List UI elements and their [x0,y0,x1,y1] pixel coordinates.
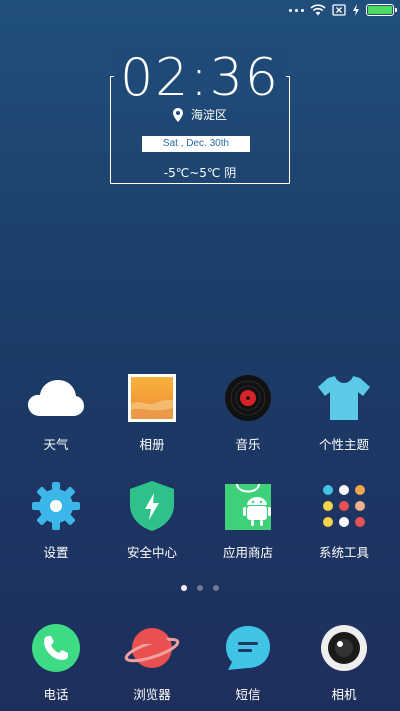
app-security[interactable]: 安全中心 [107,478,197,586]
charging-bolt-icon [353,4,359,16]
clock-widget[interactable]: 02:36 海淀区 Sat , Dec. 30th -5℃~5℃ 阴 [0,40,400,200]
app-label: 音乐 [235,437,261,452]
weather-label: -5℃~5℃ 阴 [163,166,237,180]
cloud-icon [28,370,84,426]
clock-time-wrapper: 02:36 [0,48,400,108]
app-label: 个性主题 [318,437,369,452]
app-camera[interactable]: 相机 [299,620,389,703]
battery-icon [366,4,397,16]
app-label: 系统工具 [318,545,369,560]
shield-bolt-icon [124,478,180,534]
status-bar [0,0,400,24]
location-pin-icon [172,107,183,122]
app-row: 天气 相册 音乐 个性主题 [0,370,400,478]
shopping-bag-android-icon [220,478,276,534]
status-icons [289,4,397,16]
app-label: 相机 [331,687,357,702]
gear-icon [28,478,84,534]
app-themes[interactable]: 个性主题 [299,370,389,478]
app-label: 电话 [43,687,69,702]
dock: 电话 浏览器 短信 相机 [0,620,400,703]
app-music[interactable]: 音乐 [203,370,293,478]
app-label: 应用商店 [222,545,273,560]
more-dots-icon [289,8,304,12]
tshirt-icon [316,370,372,426]
location-row: 海淀区 [0,106,400,123]
sim-none-icon [332,4,346,16]
app-label: 浏览器 [133,687,171,702]
app-row: 设置 安全中心 应用商店 系统工具 [0,478,400,586]
app-label: 天气 [43,437,69,452]
battery-level [368,6,392,14]
date-label: Sat , Dec. 30th [142,136,250,152]
camera-lens-icon [316,620,372,676]
app-weather[interactable]: 天气 [11,370,101,478]
app-settings[interactable]: 设置 [11,478,101,586]
app-label: 安全中心 [126,545,177,560]
folder-grid-icon [316,478,372,534]
app-system-tools[interactable]: 系统工具 [299,478,389,586]
app-label: 设置 [43,545,69,560]
app-messages[interactable]: 短信 [203,620,293,703]
app-label: 短信 [235,687,261,702]
wifi-icon [310,4,326,16]
app-phone[interactable]: 电话 [11,620,101,703]
chat-bubble-icon [220,620,276,676]
photo-icon [124,370,180,426]
app-browser[interactable]: 浏览器 [107,620,197,703]
vinyl-record-icon [220,370,276,426]
phone-icon [28,620,84,676]
clock-time: 02:36 [114,48,286,108]
page-dot[interactable] [213,585,219,591]
app-store[interactable]: 应用商店 [203,478,293,586]
app-gallery[interactable]: 相册 [107,370,197,478]
location-label: 海淀区 [190,108,227,122]
page-indicator[interactable] [0,585,400,591]
planet-icon [124,620,180,676]
app-label: 相册 [139,437,165,452]
page-dot[interactable] [197,585,203,591]
app-grid: 天气 相册 音乐 个性主题 设置 安全中心 应用商店 系统工具 [0,370,400,586]
page-dot-active[interactable] [181,585,187,591]
